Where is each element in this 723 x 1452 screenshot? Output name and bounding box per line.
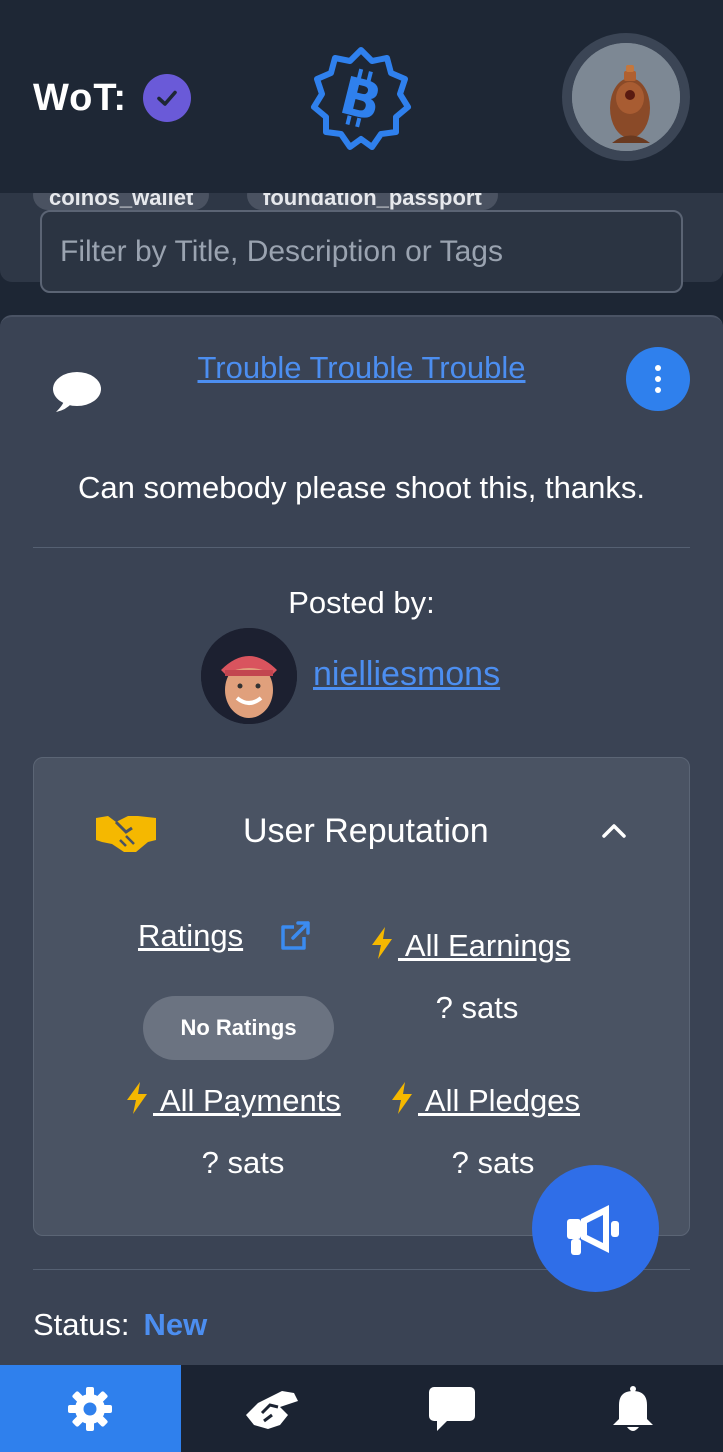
all-earnings-label: All Earnings: [398, 928, 571, 963]
all-payments-label: All Payments: [153, 1083, 341, 1118]
handshake-icon: [94, 810, 158, 854]
author-name-link[interactable]: nielliesmons: [313, 655, 500, 694]
reputation-title: User Reputation: [243, 812, 489, 850]
post-title-link[interactable]: Trouble Trouble Trouble: [0, 350, 723, 386]
payments-value: ? sats: [201, 1145, 285, 1180]
ratings-link[interactable]: Ratings: [138, 918, 243, 954]
post-description: Can somebody please shoot this, thanks.: [78, 470, 645, 505]
gear-icon: [68, 1386, 113, 1431]
app-header: WoT: B: [0, 0, 723, 193]
check-circle-icon: [143, 74, 192, 122]
status-label: Status:: [33, 1307, 130, 1342]
status-row: Status: New: [33, 1307, 207, 1343]
chat-icon: [428, 1386, 475, 1431]
all-earnings-link[interactable]: All Earnings: [370, 926, 570, 964]
bell-icon: [612, 1385, 653, 1431]
megaphone-icon: [566, 1204, 619, 1255]
bottom-navigation: [0, 1365, 723, 1452]
author-avatar[interactable]: [201, 628, 297, 724]
earnings-value: ? sats: [435, 990, 519, 1025]
wot-label: WoT:: [33, 76, 128, 119]
wot-indicator[interactable]: WoT:: [33, 74, 192, 122]
bitcoin-badge-icon[interactable]: B: [306, 44, 416, 154]
lightning-icon: [127, 1082, 147, 1114]
user-avatar[interactable]: [562, 33, 690, 161]
filter-input[interactable]: Filter by Title, Description or Tags: [40, 210, 683, 293]
avatar-image: [572, 43, 680, 151]
megaphone-button[interactable]: [532, 1165, 659, 1292]
all-pledges-link[interactable]: All Pledges: [390, 1081, 580, 1119]
all-payments-link[interactable]: All Payments: [125, 1081, 341, 1119]
nav-settings[interactable]: [0, 1365, 181, 1452]
divider: [33, 547, 690, 548]
no-ratings-badge: No Ratings: [143, 996, 334, 1060]
nav-notifications[interactable]: [542, 1365, 723, 1452]
posted-by-label: Posted by:: [288, 585, 435, 620]
more-options-button[interactable]: [626, 347, 690, 411]
pledges-value: ? sats: [451, 1145, 535, 1180]
status-value: New: [143, 1307, 208, 1342]
chevron-up-icon[interactable]: [600, 820, 628, 840]
nav-deals[interactable]: [181, 1365, 362, 1452]
nav-messages[interactable]: [362, 1365, 543, 1452]
lightning-icon: [392, 1082, 412, 1114]
handshake-icon: [246, 1390, 299, 1429]
lightning-icon: [372, 927, 392, 959]
external-link-icon[interactable]: [278, 919, 312, 953]
all-pledges-label: All Pledges: [418, 1083, 580, 1118]
